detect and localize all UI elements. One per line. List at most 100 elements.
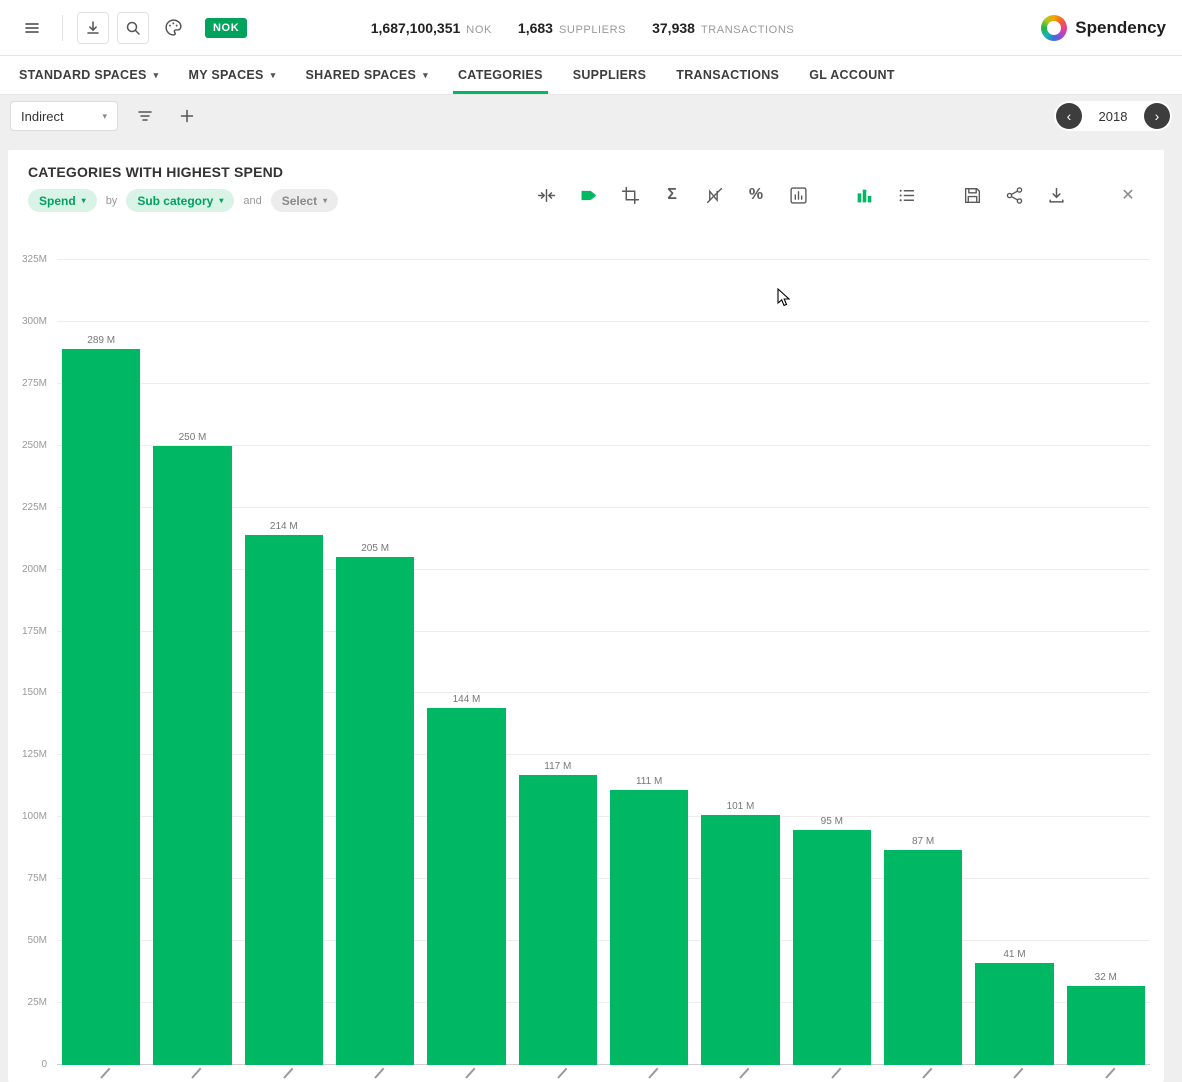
tab-my-spaces[interactable]: MY SPACES ▾ (174, 56, 291, 94)
tab-standard-spaces[interactable]: STANDARD SPACES ▾ (4, 56, 174, 94)
percent-icon[interactable]: % (746, 185, 766, 205)
bar-value-label: 144 M (453, 694, 481, 705)
bar[interactable] (793, 830, 871, 1065)
bar[interactable] (427, 708, 505, 1065)
topbar: NOK 1,687,100,351 NOK 1,683 SUPPLIERS 37… (0, 0, 1182, 56)
filter-bar: Indirect ▾ ‹ 2018 › (0, 96, 1182, 136)
bar-value-label: 87 M (912, 836, 934, 847)
x-tick-label-stub (922, 1068, 932, 1079)
search-button[interactable] (117, 12, 149, 44)
merge-arrows-icon[interactable] (536, 185, 556, 205)
bar[interactable] (975, 963, 1053, 1065)
x-tick-label-stub (1105, 1068, 1115, 1079)
bar[interactable] (701, 815, 779, 1065)
list-view-icon[interactable] (896, 185, 916, 205)
divider (62, 15, 63, 41)
total-spend-unit: NOK (466, 24, 492, 36)
y-axis-label: 275M (22, 378, 47, 389)
x-tick-label-stub (648, 1068, 658, 1079)
tab-shared-spaces[interactable]: SHARED SPACES ▾ (291, 56, 443, 94)
bar-chart-view-icon[interactable] (854, 185, 874, 205)
space-selector-dropdown[interactable]: Indirect ▾ (10, 101, 118, 131)
bar[interactable] (519, 775, 597, 1065)
filter-icon[interactable] (130, 101, 160, 131)
y-axis-label: 250M (22, 440, 47, 451)
year-value: 2018 (1082, 109, 1144, 124)
bar[interactable] (62, 349, 140, 1065)
bar[interactable] (245, 535, 323, 1065)
topbar-left-controls: NOK (16, 12, 247, 44)
bar-value-label: 95 M (821, 816, 843, 827)
y-axis-label: 100M (22, 811, 47, 822)
chevron-down-icon: ▾ (271, 70, 276, 81)
year-pager: ‹ 2018 › (1054, 101, 1172, 131)
bar-value-label: 250 M (179, 432, 207, 443)
sum-sigma-icon[interactable]: Σ (662, 185, 682, 205)
y-axis-label: 125M (22, 749, 47, 760)
y-axis-label: 325M (22, 254, 47, 265)
chart-toolbar: Σ % ✕ (536, 178, 1138, 212)
bar[interactable] (610, 790, 688, 1065)
x-tick-label-stub (466, 1068, 476, 1079)
y-axis-label: 200M (22, 564, 47, 575)
measure-pill-label: Spend (39, 194, 76, 208)
crop-icon[interactable] (620, 185, 640, 205)
chevron-down-icon: ▾ (82, 196, 86, 205)
chevron-down-icon: ▾ (323, 196, 327, 205)
tab-label: CATEGORIES (458, 68, 543, 82)
suppliers-unit: SUPPLIERS (559, 24, 626, 36)
bar-value-label: 289 M (87, 335, 115, 346)
tab-label: MY SPACES (189, 68, 264, 82)
x-tick-label-stub (100, 1068, 110, 1079)
currency-badge[interactable]: NOK (205, 18, 247, 38)
tab-gl-account[interactable]: GL ACCOUNT (794, 56, 910, 94)
bar[interactable] (336, 557, 414, 1065)
transactions-value: 37,938 (652, 20, 695, 36)
secondary-dimension-pill[interactable]: Select ▾ (271, 189, 338, 212)
bar[interactable] (1067, 986, 1145, 1065)
space-selector-value: Indirect (21, 109, 64, 124)
bar-column: 111 M (610, 260, 688, 1065)
tab-transactions[interactable]: TRANSACTIONS (661, 56, 794, 94)
next-year-button[interactable]: › (1144, 103, 1170, 129)
strikeout-icon[interactable] (704, 185, 724, 205)
bars: 289 M250 M214 M205 M144 M117 M111 M101 M… (57, 260, 1150, 1065)
label-tag-icon[interactable] (578, 185, 598, 205)
palette-icon[interactable] (157, 12, 189, 44)
download-button[interactable] (77, 12, 109, 44)
bar-value-label: 205 M (361, 543, 389, 554)
total-spend-stat: 1,687,100,351 NOK (371, 20, 492, 36)
spendency-logo-icon (1041, 15, 1067, 41)
share-icon[interactable] (1004, 185, 1024, 205)
bar-column: 250 M (153, 260, 231, 1065)
close-icon[interactable]: ✕ (1118, 185, 1138, 205)
bar-value-label: 32 M (1095, 972, 1117, 983)
bar-value-label: 214 M (270, 521, 298, 532)
hamburger-menu-icon[interactable] (16, 12, 48, 44)
previous-year-button[interactable]: ‹ (1056, 103, 1082, 129)
bar[interactable] (884, 850, 962, 1065)
x-tick-label-stub (557, 1068, 567, 1079)
bar-column: 144 M (427, 260, 505, 1065)
tab-suppliers[interactable]: SUPPLIERS (558, 56, 662, 94)
export-download-icon[interactable] (1046, 185, 1066, 205)
tab-label: STANDARD SPACES (19, 68, 147, 82)
add-filter-icon[interactable] (172, 101, 202, 131)
chevron-down-icon: ▾ (102, 111, 107, 122)
measure-pill[interactable]: Spend ▾ (28, 189, 97, 212)
transactions-unit: TRANSACTIONS (701, 24, 794, 36)
total-spend-value: 1,687,100,351 (371, 20, 461, 36)
y-axis-label: 75M (28, 873, 47, 884)
bar-column: 289 M (62, 260, 140, 1065)
main-nav: STANDARD SPACES ▾ MY SPACES ▾ SHARED SPA… (0, 56, 1182, 95)
dimension-pill[interactable]: Sub category ▾ (126, 189, 234, 212)
tab-categories[interactable]: CATEGORIES (443, 56, 558, 94)
x-tick-label-stub (740, 1068, 750, 1079)
chart-card: CATEGORIES WITH HIGHEST SPEND Spend ▾ by… (8, 150, 1164, 1082)
bar[interactable] (153, 446, 231, 1065)
save-icon[interactable] (962, 185, 982, 205)
bar-value-label: 117 M (544, 761, 571, 772)
x-tick-label-stub (1014, 1068, 1024, 1079)
chart-details-icon[interactable] (788, 185, 808, 205)
summary-stats: 1,687,100,351 NOK 1,683 SUPPLIERS 37,938… (371, 20, 795, 36)
